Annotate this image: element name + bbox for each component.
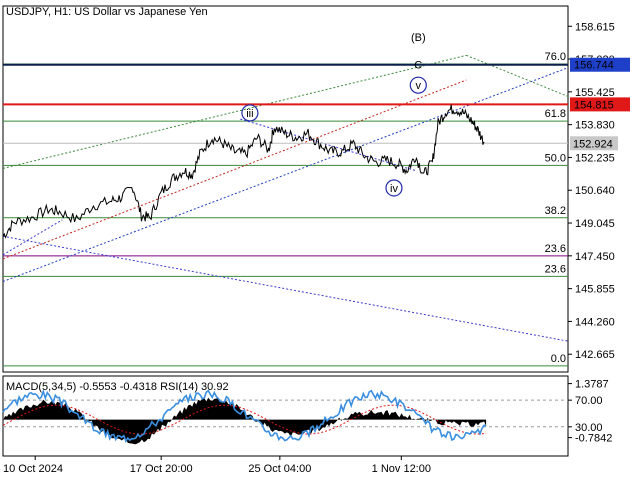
axis-tick-label: 158.615 [575,21,615,33]
time-tick-label: 17 Oct 20:00 [130,463,193,475]
price-axis: 158.615157.020155.425153.830152.235150.6… [568,21,630,361]
axis-tick-label: 147.450 [575,251,615,263]
current-price-label: 152.924 [573,138,613,150]
price-chart: 76.0 61.8 50.0 38.2 23.6 23.6 0.0 (B) Cv iii iv 1… [2,5,630,475]
fib-label: 23.6 [545,263,566,275]
time-axis: 10 Oct 2024 17 Oct 20:00 25 Oct 04:00 1 Nov… [3,456,431,475]
macd-histogram [3,397,487,445]
trend-line [2,67,569,282]
time-tick-label: 1 Nov 12:00 [372,463,431,475]
axis-tick-label: 149.045 [575,218,615,230]
fib-label: 38.2 [545,205,566,217]
fib-labels: 76.0 61.8 50.0 38.2 23.6 23.6 0.0 [545,51,566,365]
trend-line [2,219,63,256]
wave-label: C [414,60,422,72]
fib-label: 76.0 [545,51,566,63]
axis-tick-label: 152.235 [575,152,615,164]
wave-labels: (B) Cv iii iv [241,32,427,197]
fib-level-lines [3,63,568,367]
wave-label: (B) [411,32,426,44]
fib-label: 50.0 [545,152,566,164]
fib-label: 23.6 [545,243,566,255]
price-badge-label: 154.815 [574,99,614,111]
trend-lines [2,54,569,342]
axis-tick-label: 145.855 [575,284,615,296]
fib-label: 0.0 [551,353,566,365]
axis-tick-label: 153.830 [575,120,615,132]
axis-tick-label: 144.260 [575,316,615,328]
indicator-tick-label: -0.7842 [575,433,612,445]
price-badge-label: 156.744 [574,60,614,72]
axis-tick-label: 142.665 [575,349,615,361]
chart-title: USDJPY, H1: US Dollar vs Japanese Yen [6,6,208,18]
wave-label: iii [246,108,253,120]
wave-label: iv [390,183,398,195]
wave-label: v [416,80,422,92]
time-tick-label: 10 Oct 2024 [3,463,63,475]
axis-tick-label: 150.640 [575,185,615,197]
indicator-label: MACD(5,34,5) -0.5553 -0.4318 RSI(14) 30.… [6,381,229,393]
price-panel-border [2,5,569,373]
time-tick-label: 25 Oct 04:00 [248,463,311,475]
trend-line [2,79,467,260]
axis-tick-label: 155.425 [575,87,615,99]
indicator-tick-label: 70.00 [575,395,603,407]
indicator-tick-label: 1.3787 [575,379,609,391]
trend-line [2,235,569,342]
fib-label: 61.8 [545,108,566,120]
